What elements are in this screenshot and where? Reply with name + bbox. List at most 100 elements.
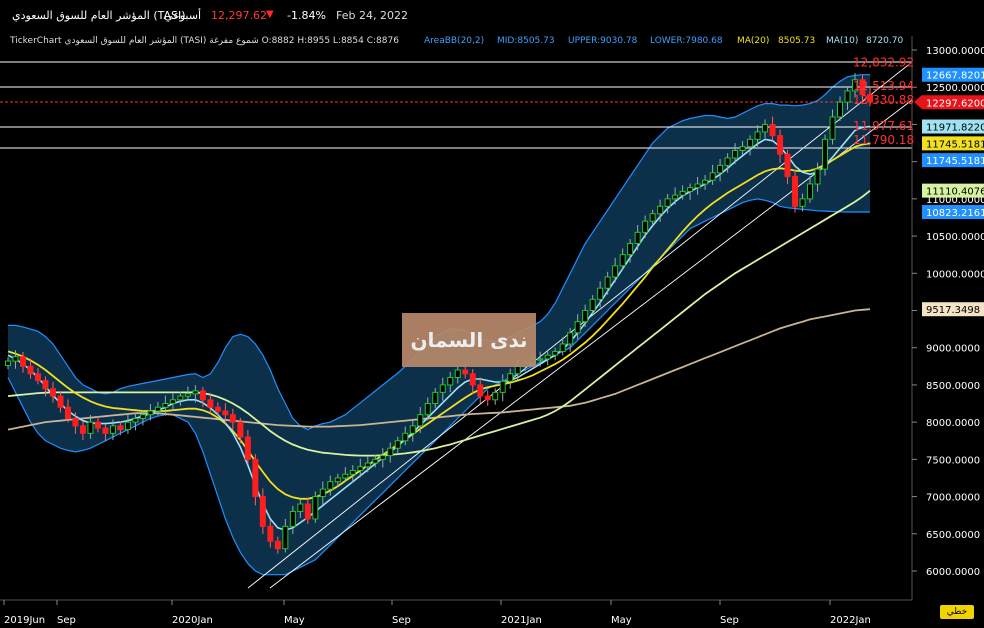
ma10-value: 8720.70 [866,36,904,46]
line-value-labels: 12,832.92 12,513.9412,330.88 11,977.6111,7… [853,55,914,147]
candle-body [124,421,131,431]
y-tick-label: 9000.0000 [926,344,980,355]
candle-body [297,503,304,512]
candle-body [552,350,559,356]
candle-body [604,276,611,289]
candle-body [282,525,289,550]
price-tag: 11971.8220 [922,119,984,134]
candle-body [724,157,731,166]
candle-body [559,343,566,352]
price-tag-label: 11971.8220 [926,123,984,134]
candle-body [747,138,754,148]
candle-body [544,354,551,360]
candle-body [469,373,476,386]
ma20-value: 8505.73 [778,36,816,46]
candle-body [754,131,761,140]
candle-body [807,183,814,200]
candle-body [574,321,581,334]
bb-label[interactable]: AreaBB(20,2) [424,36,484,46]
y-tick-label: 6500.0000 [926,530,980,541]
candle-body [222,410,229,416]
x-tick-label: May [611,615,632,626]
candle-body [327,481,334,490]
x-tick-label: 2022Jan [830,615,871,626]
candle-body [777,135,784,155]
candle-body [837,101,844,118]
candle-body [334,477,341,483]
candle-body [507,373,514,382]
ma10-label[interactable]: MA(10) [826,36,858,46]
price-tag: 9517.3498 [922,302,984,317]
y-tick-label: 10000.0000 [926,269,984,280]
candle-body [642,220,649,233]
candle-body [102,427,109,434]
candle-body [439,384,446,393]
candle-body [199,390,206,401]
candle-body [237,421,244,438]
header-price: 12,297.62 [211,9,267,22]
y-tick-label: 12500.0000 [926,83,984,94]
candle-body [627,243,634,256]
candle-body [619,254,626,267]
watermark-label: ندى السمان [402,313,536,367]
ohlc-readout: TickerChart المؤشر العام للسوق السعودي (… [10,36,399,46]
x-tick-label: 2020Jan [172,615,213,626]
header-title: المؤشر العام للسوق السعودي (TASI) [12,9,186,22]
candle-body [364,462,371,468]
price-tag: 11110.4076 [922,183,984,198]
candle-body [424,403,431,416]
candle-body [289,510,296,527]
bb-mid: MID:8505.73 [497,36,555,46]
candle-body [387,447,394,457]
candle-body [244,436,251,460]
candle-body [79,425,86,434]
line-value-label: 12,330.88 [853,93,914,107]
candle-body [762,123,769,133]
x-tick-label: 2019Jun [4,615,45,626]
price-tag-label: 11745.5181 [926,139,984,150]
candle [312,491,319,523]
candle-body [822,138,829,170]
candle-body [739,146,746,151]
candle-body [799,198,806,207]
candle-body [709,172,716,181]
candle-body [582,310,589,323]
candle-body [267,525,274,542]
candle-body [394,440,401,449]
candle-body [597,287,604,300]
line-value-label: 12,832.92 [853,55,914,69]
candle-body [184,393,191,397]
candle-body [717,164,724,174]
candle-body [769,123,776,137]
candle-body [694,183,701,189]
candle-body [492,391,499,401]
line-value-label: 12,513.94 [853,79,914,93]
x-tick-label: Sep [720,615,739,626]
candle-body [87,421,94,434]
line-value-label: 11,790.18 [853,133,914,147]
candle-body [319,488,326,498]
candle-body [732,149,739,159]
candle-body [462,369,469,375]
down-arrow-icon: ▼ [266,9,274,20]
x-tick-label: Sep [392,615,411,626]
price-tag-label: 11745.5181 [926,156,984,167]
candle [822,134,829,176]
price-tag: 12297.6200 [922,95,984,110]
y-tick-label: 8500.0000 [926,381,980,392]
candle-body [664,198,671,207]
candle-body [402,432,409,442]
candle-body [312,496,319,520]
line-tool-button[interactable]: خطي [940,605,974,619]
price-tag-label: 11110.4076 [926,187,984,198]
candle-body [207,399,214,408]
price-tag: 11745.5181 [922,136,984,151]
candle-body [829,116,836,140]
candle-body [432,391,439,405]
candle-body [94,421,101,429]
candle-body [177,395,184,401]
candle-body [844,90,851,103]
ma20-label[interactable]: MA(20) [737,36,769,46]
price-tag-label: 10823.2161 [926,208,984,219]
candle-body [117,425,124,431]
